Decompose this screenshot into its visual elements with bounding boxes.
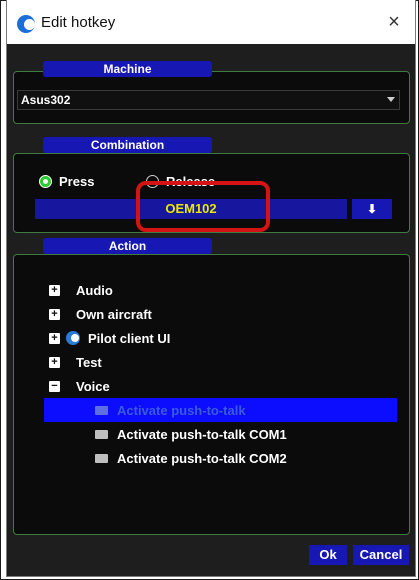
arrow-down-icon: ⬇ (366, 202, 378, 216)
expand-icon[interactable]: + (49, 356, 60, 368)
machine-select[interactable]: Asus302 (17, 90, 400, 110)
press-radio[interactable]: Press (39, 174, 94, 189)
swift-app-icon (17, 15, 35, 33)
edit-hotkey-dialog: Edit hotkey × Machine Asus302 Combinatio… (6, 0, 416, 577)
expand-icon[interactable]: + (49, 284, 60, 296)
keyboard-icon (95, 405, 108, 415)
window-title: Edit hotkey (41, 14, 116, 31)
tree-item-label: Test (76, 354, 102, 370)
radio-checked-icon (39, 175, 52, 188)
press-radio-label: Press (59, 174, 95, 189)
tree-item-label: Activate push-to-talk COM2 (117, 450, 287, 466)
tree-item-label: Voice (76, 378, 110, 394)
tree-item-label: Audio (76, 282, 113, 298)
tree-item-own-aircraft[interactable]: + Own aircraft (47, 302, 407, 326)
expand-icon[interactable]: + (49, 332, 60, 344)
expand-icon[interactable]: + (49, 308, 60, 320)
tree-item-test[interactable]: + Test (47, 350, 407, 374)
chevron-down-icon[interactable] (387, 97, 395, 102)
keyboard-icon (95, 429, 108, 439)
combination-group-title: Combination (43, 137, 212, 153)
tree-item-audio[interactable]: + Audio (47, 278, 407, 302)
tree-item-voice[interactable]: − Voice (47, 374, 407, 398)
ok-button[interactable]: Ok (309, 545, 347, 565)
dialog-body: Machine Asus302 Combination Press Releas… (7, 44, 415, 576)
select-key-button[interactable]: ⬇ (352, 199, 392, 219)
tree-item-label: Activate push-to-talk (117, 402, 246, 418)
tree-item-pilot-client-ui[interactable]: + Pilot client UI (47, 326, 407, 350)
tree-item-activate-push-to-talk-com1[interactable]: Activate push-to-talk COM1 (47, 422, 407, 446)
machine-select-value: Asus302 (21, 93, 71, 107)
red-highlight-annotation (136, 181, 270, 232)
machine-group-title: Machine (43, 61, 212, 77)
close-button[interactable]: × (383, 11, 405, 33)
tree-item-label: Own aircraft (76, 306, 152, 322)
action-tree: + Audio + Own aircraft + Pilot client UI… (44, 278, 407, 470)
keyboard-icon (95, 453, 108, 463)
tree-item-label: Pilot client UI (88, 330, 171, 346)
swift-app-icon (66, 331, 80, 345)
collapse-icon[interactable]: − (49, 380, 60, 392)
title-bar: Edit hotkey × (7, 0, 415, 44)
action-group-title: Action (43, 238, 212, 254)
tree-item-activate-push-to-talk-com2[interactable]: Activate push-to-talk COM2 (47, 446, 407, 470)
tree-item-activate-push-to-talk[interactable]: Activate push-to-talk (44, 398, 397, 422)
tree-item-label: Activate push-to-talk COM1 (117, 426, 287, 442)
cancel-button[interactable]: Cancel (353, 545, 409, 565)
